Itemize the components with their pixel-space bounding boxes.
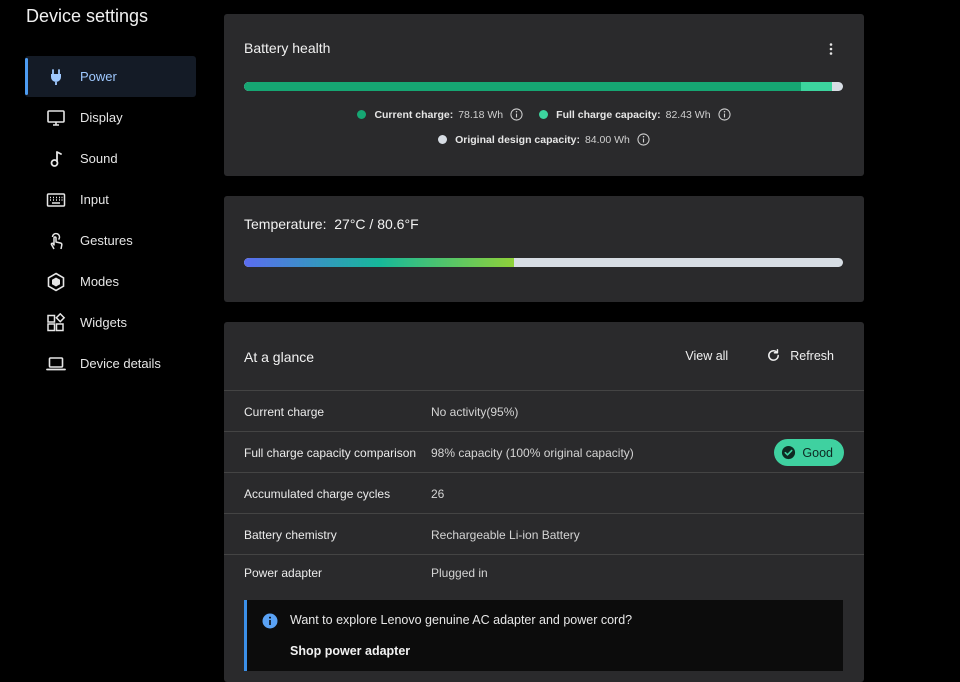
refresh-label: Refresh	[790, 348, 834, 363]
app-title: Device settings	[26, 6, 149, 26]
view-all-label: View all	[685, 348, 729, 363]
sidebar-item-label: Display	[80, 110, 123, 125]
row-value: Plugged in	[431, 566, 488, 580]
sidebar-item-label: Gestures	[80, 233, 133, 248]
at-a-glance-card: At a glance View all Refresh Current cha…	[224, 322, 864, 682]
table-row: Battery chemistry Rechargeable Li-ion Ba…	[224, 513, 864, 555]
info-icon[interactable]	[510, 108, 523, 121]
table-row: Accumulated charge cycles 26	[224, 472, 864, 514]
table-row: Current charge No activity(95%)	[224, 390, 864, 431]
current-charge-fill	[244, 82, 802, 91]
legend-value: 78.18 Wh	[458, 108, 504, 121]
sidebar-item-gestures[interactable]: Gestures	[25, 220, 196, 261]
table-row: Full charge capacity comparison 98% capa…	[224, 431, 864, 473]
row-value: No activity(95%)	[431, 405, 519, 419]
legend-full-charge-capacity: Full charge capacity: 82.43 Wh	[539, 108, 731, 121]
sidebar-item-label: Sound	[80, 151, 118, 166]
legend-label: Original design capacity:	[455, 133, 580, 146]
sidebar-item-power[interactable]: Power	[25, 56, 196, 97]
music-note-icon	[46, 149, 66, 169]
sidebar-item-display[interactable]: Display	[25, 97, 196, 138]
view-all-button[interactable]: View all	[685, 349, 728, 363]
check-circle-icon	[782, 445, 796, 460]
at-a-glance-title: At a glance	[244, 349, 315, 365]
temperature-card: Temperature: 27°C / 80.6°F	[224, 196, 864, 302]
row-value: Rechargeable Li-ion Battery	[431, 528, 580, 542]
sidebar-item-label: Power	[80, 69, 117, 84]
info-icon[interactable]	[717, 108, 731, 121]
laptop-icon	[46, 354, 66, 374]
sidebar-item-label: Modes	[80, 274, 120, 289]
row-value: 98% capacity (100% original capacity)	[431, 446, 634, 460]
sidebar-item-label: Device details	[80, 356, 161, 371]
hexagon-mode-icon	[46, 272, 66, 292]
sidebar-item-label: Widgets	[80, 315, 127, 330]
adapter-info-notice: Want to explore Lenovo genuine AC adapte…	[244, 600, 843, 671]
temperature-fill	[244, 258, 514, 267]
current-charge-dot	[357, 110, 367, 119]
sidebar-item-device-details[interactable]: Device details	[25, 343, 196, 384]
more-options-icon[interactable]	[824, 42, 838, 56]
sidebar-item-widgets[interactable]: Widgets	[25, 302, 196, 343]
shop-power-adapter-link[interactable]: Shop power adapter	[290, 644, 410, 658]
status-badge: Good	[774, 439, 844, 466]
temperature-value: 27°C / 80.6°F	[334, 216, 419, 232]
battery-health-card: Battery health Current charge: 78.18 Wh …	[224, 14, 864, 176]
info-circle-icon	[262, 613, 278, 629]
info-icon[interactable]	[637, 133, 650, 146]
legend-original-design-capacity: Original design capacity: 84.00 Wh	[438, 133, 650, 146]
table-row: Power adapter Plugged in	[224, 554, 864, 601]
row-label: Full charge capacity comparison	[244, 446, 417, 460]
temperature-bar	[244, 258, 843, 267]
temperature-heading: Temperature: 27°C / 80.6°F	[244, 216, 419, 232]
full-charge-capacity-dot	[539, 110, 549, 119]
legend-value: 82.43 Wh	[665, 108, 711, 121]
temperature-label: Temperature:	[244, 216, 327, 232]
monitor-icon	[46, 108, 66, 128]
legend-value: 84.00 Wh	[584, 133, 630, 146]
power-plug-icon	[46, 67, 66, 87]
sidebar-item-modes[interactable]: Modes	[25, 261, 196, 302]
refresh-button[interactable]: Refresh	[766, 348, 834, 363]
battery-capacity-bar	[244, 82, 843, 91]
battery-health-title: Battery health	[244, 40, 331, 56]
row-label: Current charge	[244, 405, 325, 419]
sidebar-item-sound[interactable]: Sound	[25, 138, 196, 179]
original-design-capacity-dot	[438, 135, 448, 144]
notice-text: Want to explore Lenovo genuine AC adapte…	[290, 613, 633, 627]
widgets-grid-icon	[46, 312, 66, 333]
refresh-icon	[768, 348, 780, 361]
sidebar-item-input[interactable]: Input	[25, 179, 196, 220]
sidebar-item-label: Input	[80, 192, 109, 207]
row-value: 26	[431, 487, 445, 501]
sidebar-nav: Power Display Sound Input Gestures Modes	[25, 56, 196, 384]
status-badge-label: Good	[802, 445, 833, 460]
legend-current-charge: Current charge: 78.18 Wh	[357, 108, 523, 121]
row-label: Power adapter	[244, 566, 323, 580]
legend-label: Current charge:	[374, 108, 454, 121]
battery-legend-row-2: Original design capacity: 84.00 Wh	[224, 133, 864, 146]
battery-legend-row: Current charge: 78.18 Wh Full charge cap…	[224, 108, 864, 121]
row-label: Battery chemistry	[244, 528, 337, 542]
row-label: Accumulated charge cycles	[244, 487, 391, 501]
glance-actions: View all Refresh	[685, 348, 834, 363]
keyboard-icon	[46, 190, 66, 210]
legend-label: Full charge capacity:	[556, 108, 661, 121]
touch-gesture-icon	[46, 231, 66, 251]
